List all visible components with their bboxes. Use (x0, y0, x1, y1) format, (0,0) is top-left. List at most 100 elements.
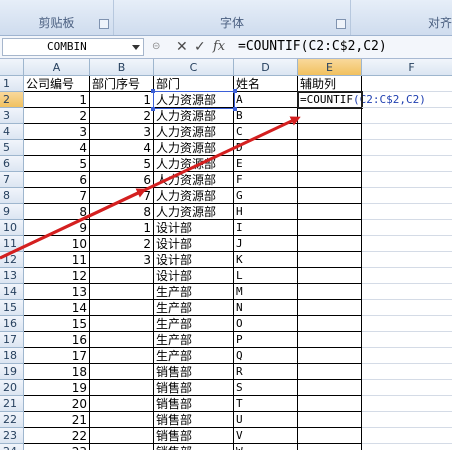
department-cell[interactable]: 人力资源部 (154, 172, 234, 188)
empty-cell[interactable] (362, 444, 452, 450)
column-header-b[interactable]: B (90, 59, 154, 76)
company-id-cell[interactable]: 2 (24, 108, 90, 124)
name-cell[interactable]: P (234, 332, 298, 348)
dept-seq-cell[interactable] (90, 284, 154, 300)
helper-cell[interactable] (298, 412, 362, 428)
helper-cell[interactable] (298, 364, 362, 380)
name-cell[interactable]: V (234, 428, 298, 444)
header-cell-e[interactable]: 辅助列 (298, 76, 362, 92)
reference-resize-handle[interactable] (151, 89, 155, 93)
dept-seq-cell[interactable]: 3 (90, 252, 154, 268)
row-header-9[interactable]: 9 (0, 204, 24, 220)
helper-cell[interactable] (298, 236, 362, 252)
name-cell[interactable]: C (234, 124, 298, 140)
helper-cell[interactable] (298, 348, 362, 364)
dept-seq-cell[interactable]: 5 (90, 156, 154, 172)
resize-handle-icon[interactable]: ⊝ (152, 39, 160, 55)
helper-cell[interactable] (298, 396, 362, 412)
empty-cell[interactable] (362, 268, 452, 284)
empty-cell[interactable] (362, 284, 452, 300)
row-header-8[interactable]: 8 (0, 188, 24, 204)
helper-cell[interactable] (298, 204, 362, 220)
reference-resize-handle[interactable] (151, 107, 155, 111)
dept-seq-cell[interactable]: 8 (90, 204, 154, 220)
row-header-22[interactable]: 22 (0, 412, 24, 428)
empty-cell[interactable] (362, 236, 452, 252)
dept-seq-cell[interactable]: 7 (90, 188, 154, 204)
helper-cell[interactable] (298, 268, 362, 284)
dept-seq-cell[interactable] (90, 412, 154, 428)
dept-seq-cell[interactable] (90, 444, 154, 450)
company-id-cell[interactable]: 17 (24, 348, 90, 364)
name-cell[interactable]: E (234, 156, 298, 172)
department-cell[interactable]: 人力资源部 (154, 124, 234, 140)
name-cell[interactable]: D (234, 140, 298, 156)
empty-cell[interactable] (362, 92, 452, 108)
dept-seq-cell[interactable] (90, 396, 154, 412)
dept-seq-cell[interactable] (90, 428, 154, 444)
dept-seq-cell[interactable] (90, 300, 154, 316)
company-id-cell[interactable]: 15 (24, 316, 90, 332)
company-id-cell[interactable]: 11 (24, 252, 90, 268)
row-header-4[interactable]: 4 (0, 124, 24, 140)
empty-cell[interactable] (362, 396, 452, 412)
department-cell[interactable]: 销售部 (154, 428, 234, 444)
department-cell[interactable]: 销售部 (154, 444, 234, 450)
row-header-18[interactable]: 18 (0, 348, 24, 364)
helper-cell[interactable] (298, 332, 362, 348)
company-id-cell[interactable]: 19 (24, 380, 90, 396)
company-id-cell[interactable]: 6 (24, 172, 90, 188)
row-header-7[interactable]: 7 (0, 172, 24, 188)
dept-seq-cell[interactable]: 1 (90, 92, 154, 108)
helper-cell[interactable] (298, 252, 362, 268)
chevron-down-icon[interactable] (132, 45, 140, 50)
select-all-corner[interactable] (0, 59, 24, 76)
department-cell[interactable]: 人力资源部 (154, 156, 234, 172)
company-id-cell[interactable]: 1 (24, 92, 90, 108)
empty-cell[interactable] (362, 252, 452, 268)
company-id-cell[interactable]: 16 (24, 332, 90, 348)
department-cell[interactable]: 设计部 (154, 236, 234, 252)
department-cell[interactable]: 生产部 (154, 300, 234, 316)
name-cell[interactable]: R (234, 364, 298, 380)
name-cell[interactable]: B (234, 108, 298, 124)
name-cell[interactable]: W (234, 444, 298, 450)
dept-seq-cell[interactable] (90, 316, 154, 332)
dept-seq-cell[interactable]: 1 (90, 220, 154, 236)
company-id-cell[interactable]: 14 (24, 300, 90, 316)
empty-cell[interactable] (362, 348, 452, 364)
company-id-cell[interactable]: 10 (24, 236, 90, 252)
name-cell[interactable]: L (234, 268, 298, 284)
column-header-d[interactable]: D (234, 59, 298, 76)
company-id-cell[interactable]: 4 (24, 140, 90, 156)
empty-cell[interactable] (362, 300, 452, 316)
department-cell[interactable]: 人力资源部 (154, 92, 234, 108)
name-cell[interactable]: F (234, 172, 298, 188)
active-formula-cell[interactable]: =COUNTIF(C2:C$2,C2) (297, 91, 426, 109)
company-id-cell[interactable]: 13 (24, 284, 90, 300)
helper-cell[interactable] (298, 188, 362, 204)
company-id-cell[interactable]: 5 (24, 156, 90, 172)
name-cell[interactable]: S (234, 380, 298, 396)
dept-seq-cell[interactable]: 2 (90, 236, 154, 252)
dept-seq-cell[interactable]: 2 (90, 108, 154, 124)
department-cell[interactable]: 生产部 (154, 332, 234, 348)
empty-cell[interactable] (362, 188, 452, 204)
department-cell[interactable]: 生产部 (154, 316, 234, 332)
header-cell-d[interactable]: 姓名 (234, 76, 298, 92)
header-cell-b[interactable]: 部门序号 (90, 76, 154, 92)
row-header-3[interactable]: 3 (0, 108, 24, 124)
formula-input[interactable]: =COUNTIF(C2:C$2,C2) (238, 37, 450, 57)
column-header-e[interactable]: E (298, 59, 362, 76)
row-header-23[interactable]: 23 (0, 428, 24, 444)
helper-cell[interactable] (298, 220, 362, 236)
name-cell[interactable]: Q (234, 348, 298, 364)
row-header-24[interactable]: 24 (0, 444, 24, 450)
name-cell[interactable]: T (234, 396, 298, 412)
company-id-cell[interactable]: 7 (24, 188, 90, 204)
row-header-19[interactable]: 19 (0, 364, 24, 380)
name-cell[interactable]: A (234, 92, 298, 108)
insert-function-icon[interactable]: fx (213, 39, 225, 55)
empty-cell[interactable] (362, 108, 452, 124)
row-header-14[interactable]: 14 (0, 284, 24, 300)
